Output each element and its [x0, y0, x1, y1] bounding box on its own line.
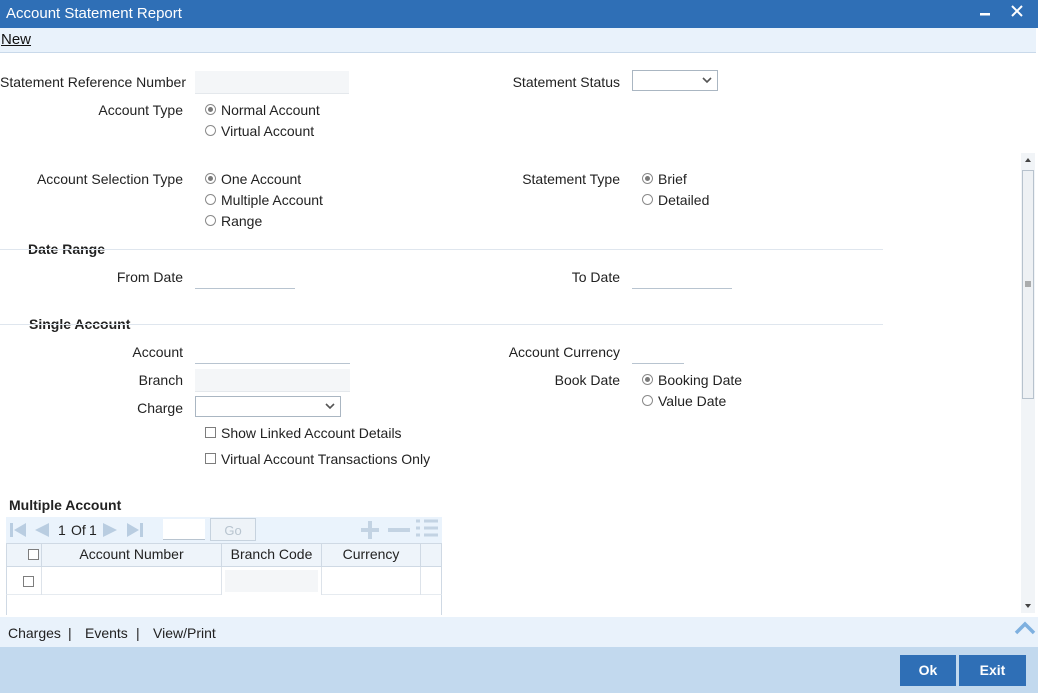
from-date-field[interactable] [195, 266, 295, 289]
account-field[interactable] [195, 341, 350, 364]
brief-label: Brief [658, 171, 687, 187]
charge-select[interactable] [195, 396, 341, 417]
scroll-down-icon[interactable] [1023, 601, 1033, 611]
show-linked-account-checkbox[interactable] [205, 427, 216, 438]
previous-page-icon[interactable] [31, 520, 51, 540]
branch-field[interactable] [195, 369, 350, 392]
page-number-input[interactable] [163, 519, 205, 540]
virtual-transactions-only-label: Virtual Account Transactions Only [221, 451, 431, 467]
currency-cell[interactable] [321, 567, 421, 595]
book-date-label: Book Date [554, 372, 620, 388]
delete-row-icon[interactable] [386, 519, 412, 541]
column-header-branch-code[interactable]: Branch Code [221, 543, 321, 567]
charge-label: Charge [137, 400, 183, 416]
events-link[interactable]: Events [85, 625, 128, 641]
chevron-down-icon [702, 77, 712, 84]
account-currency-field[interactable] [632, 341, 684, 364]
multiple-account-heading: Multiple Account [9, 497, 122, 513]
account-currency-label: Account Currency [508, 344, 620, 360]
footer-bar [0, 647, 1038, 693]
statement-reference-label: Statement Reference Number [0, 74, 186, 90]
pager-current: 1 [58, 522, 66, 538]
first-page-icon[interactable] [8, 520, 28, 540]
radio-detailed[interactable] [642, 194, 653, 205]
from-date-label: From Date [116, 269, 183, 285]
booking-date-label: Booking Date [658, 372, 743, 388]
chevron-up-icon[interactable] [1013, 619, 1037, 637]
new-menu-item[interactable]: New [1, 31, 31, 48]
account-selection-type-label: Account Selection Type [36, 171, 183, 187]
show-linked-account-label: Show Linked Account Details [221, 425, 402, 441]
statement-status-select[interactable] [632, 70, 718, 91]
divider [0, 324, 883, 325]
go-button[interactable]: Go [210, 518, 256, 541]
branch-code-cell[interactable] [221, 567, 321, 595]
account-label: Account [132, 344, 183, 360]
add-row-icon[interactable] [358, 519, 382, 541]
row-checkbox[interactable] [23, 576, 34, 587]
radio-one-account[interactable] [205, 173, 216, 184]
next-page-icon[interactable] [101, 520, 121, 540]
select-all-checkbox[interactable] [28, 549, 39, 560]
menu-bar: New [0, 28, 1036, 53]
multiple-account-label: Multiple Account [221, 192, 323, 208]
link-separator: | [136, 625, 140, 641]
virtual-account-label: Virtual Account [221, 123, 315, 139]
account-number-cell[interactable] [41, 567, 221, 595]
virtual-transactions-only-checkbox[interactable] [205, 453, 216, 464]
value-date-label: Value Date [658, 393, 727, 409]
statement-type-label: Statement Type [522, 171, 620, 187]
minimize-icon[interactable] [975, 2, 995, 24]
grid-empty-area [6, 595, 442, 615]
divider [0, 249, 883, 250]
scroll-up-icon[interactable] [1023, 155, 1033, 165]
radio-virtual-account[interactable] [205, 125, 216, 136]
pager-total: 1 [89, 522, 97, 538]
branch-code-readonly [225, 570, 318, 592]
one-account-label: One Account [221, 171, 302, 187]
detailed-label: Detailed [658, 192, 710, 208]
window-title: Account Statement Report [6, 5, 182, 22]
radio-value-date[interactable] [642, 395, 653, 406]
column-header-currency[interactable]: Currency [321, 543, 421, 567]
branch-label: Branch [138, 372, 183, 388]
chevron-down-icon [325, 403, 335, 410]
single-view-icon[interactable] [414, 517, 440, 541]
last-page-icon[interactable] [125, 520, 145, 540]
column-header-account-number[interactable]: Account Number [41, 543, 221, 567]
link-separator: | [68, 625, 72, 641]
to-date-field[interactable] [632, 266, 732, 289]
range-label: Range [221, 213, 263, 229]
radio-range[interactable] [205, 215, 216, 226]
radio-booking-date[interactable] [642, 374, 653, 385]
ok-button[interactable]: Ok [900, 655, 956, 686]
radio-brief[interactable] [642, 173, 653, 184]
grip-icon [1025, 281, 1031, 287]
exit-button[interactable]: Exit [959, 655, 1026, 686]
title-bar: Account Statement Report [0, 0, 1038, 28]
account-type-label: Account Type [98, 102, 183, 118]
to-date-label: To Date [571, 269, 620, 285]
statement-reference-field[interactable] [195, 71, 349, 94]
pager-of-label: Of [71, 522, 86, 538]
charges-link[interactable]: Charges [8, 625, 61, 641]
view-print-link[interactable]: View/Print [153, 625, 216, 641]
close-icon[interactable] [1007, 2, 1027, 24]
statement-status-label: Statement Status [512, 74, 620, 90]
radio-multiple-account[interactable] [205, 194, 216, 205]
radio-normal-account[interactable] [205, 104, 216, 115]
normal-account-label: Normal Account [221, 102, 320, 118]
